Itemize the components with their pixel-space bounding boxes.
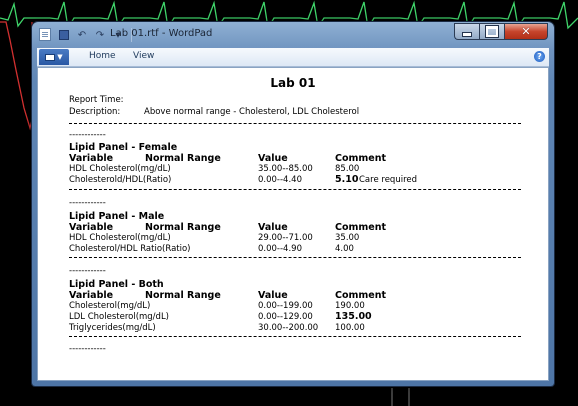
short-separator: ------------ xyxy=(69,266,106,276)
section-title: Lipid Panel - Male xyxy=(69,211,165,222)
row-variable: HDL Cholesterol(mg/dL) xyxy=(69,164,171,174)
close-icon: ✕ xyxy=(521,25,531,38)
description-label: Description: xyxy=(69,107,121,117)
dashed-separator xyxy=(69,257,521,258)
report-time-label: Report Time: xyxy=(69,95,124,105)
maximize-icon xyxy=(485,25,499,38)
row-note: Care required xyxy=(359,175,417,185)
col-header-comment: Comment xyxy=(335,153,387,164)
dashed-separator xyxy=(69,336,521,337)
ribbon-tabs: ▼ Home View ? xyxy=(37,48,549,67)
wordpad-window: ↶ ↷ ▾ Lab 01.rtf - WordPad ✕ ▼ Home View… xyxy=(32,22,554,386)
row-value: 0.00--4.90 xyxy=(258,244,302,254)
chevron-down-icon: ▼ xyxy=(57,53,63,61)
col-header-comment: Comment xyxy=(335,222,387,233)
row-comment: 35.00 xyxy=(335,233,360,243)
row-variable: Triglycerides(mg/dL) xyxy=(69,323,156,333)
window-controls: ✕ xyxy=(454,23,548,40)
tab-home[interactable]: Home xyxy=(89,51,116,61)
row-variable: HDL Cholesterol(mg/dL) xyxy=(69,233,171,243)
help-icon[interactable]: ? xyxy=(534,51,545,62)
short-separator: ------------ xyxy=(69,344,106,354)
row-variable: Cholesterol/HDL Ratio(Ratio) xyxy=(69,244,191,254)
row-comment: 100.00 xyxy=(335,323,365,333)
wordpad-app-icon[interactable] xyxy=(39,28,51,41)
section-title: Lipid Panel - Female xyxy=(69,142,178,153)
minimize-icon xyxy=(462,32,472,37)
row-value: 29.00--71.00 xyxy=(258,233,313,243)
row-comment: 5.10 xyxy=(335,174,359,185)
col-header-normal-range: Normal Range xyxy=(145,222,221,233)
col-header-variable: Variable xyxy=(69,153,114,164)
row-comment: 85.00 xyxy=(335,164,360,174)
minimize-button[interactable] xyxy=(454,23,479,40)
row-value: 0.00--4.40 xyxy=(258,175,302,185)
file-menu-button[interactable]: ▼ xyxy=(39,49,69,65)
section-title: Lipid Panel - Both xyxy=(69,279,164,290)
window-title: Lab 01.rtf - WordPad xyxy=(110,28,213,39)
col-header-value: Value xyxy=(258,290,288,301)
col-header-value: Value xyxy=(258,153,288,164)
save-icon[interactable] xyxy=(56,27,72,43)
short-separator: ------------ xyxy=(69,130,106,140)
col-header-normal-range: Normal Range xyxy=(145,290,221,301)
dashed-separator xyxy=(69,123,521,124)
document-title: Lab 01 xyxy=(270,76,316,90)
col-header-normal-range: Normal Range xyxy=(145,153,221,164)
file-menu-icon xyxy=(45,53,56,61)
description-value: Above normal range - Cholesterol, LDL Ch… xyxy=(144,107,360,117)
short-separator: ------------ xyxy=(69,198,106,208)
tab-view[interactable]: View xyxy=(133,51,154,61)
row-value: 35.00--85.00 xyxy=(258,164,313,174)
document-area[interactable]: Lab 01 Report Time: Description: Above n… xyxy=(37,67,549,381)
col-header-variable: Variable xyxy=(69,222,114,233)
maximize-button[interactable] xyxy=(479,23,504,40)
col-header-value: Value xyxy=(258,222,288,233)
redo-icon[interactable]: ↷ xyxy=(92,27,108,43)
row-variable: Cholesterol(mg/dL) xyxy=(69,301,151,311)
row-comment: 190.00 xyxy=(335,301,365,311)
row-value: 0.00--129.00 xyxy=(258,312,313,322)
undo-icon[interactable]: ↶ xyxy=(74,27,90,43)
row-variable: Cholesterold/HDL(Ratio) xyxy=(69,175,172,185)
close-button[interactable]: ✕ xyxy=(504,23,548,40)
row-variable: LDL Cholesterol(mg/dL) xyxy=(69,312,169,322)
row-value: 0.00--199.00 xyxy=(258,301,313,311)
col-header-comment: Comment xyxy=(335,290,387,301)
col-header-variable: Variable xyxy=(69,290,114,301)
title-bar[interactable]: ↶ ↷ ▾ Lab 01.rtf - WordPad ✕ xyxy=(32,22,554,48)
dashed-separator xyxy=(69,189,521,190)
row-comment: 4.00 xyxy=(335,244,354,254)
row-value: 30.00--200.00 xyxy=(258,323,319,333)
row-comment: 135.00 xyxy=(335,311,372,322)
